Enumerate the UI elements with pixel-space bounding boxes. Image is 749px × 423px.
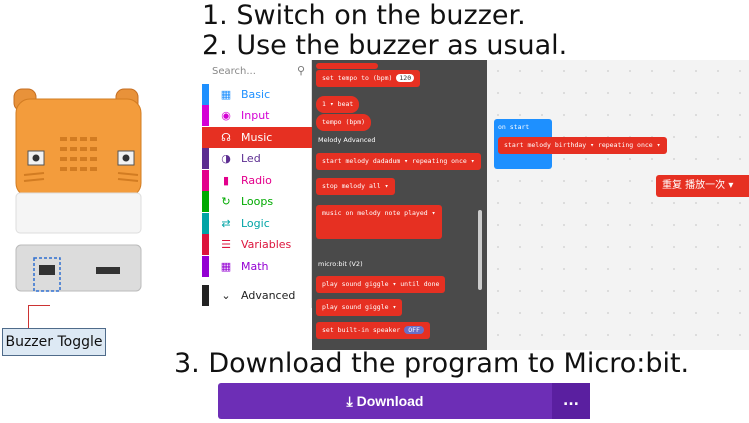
stop-melody-block[interactable]: stop melody all ▾ xyxy=(316,178,395,195)
category-advanced[interactable]: ⌄ Advanced xyxy=(202,285,312,306)
step-1-text: 1. Switch on the buzzer. xyxy=(202,0,526,31)
on-start-label: on start xyxy=(498,123,530,131)
buzzer-toggle-label: Buzzer Toggle xyxy=(2,328,106,356)
search-input[interactable]: Search... xyxy=(202,62,312,84)
start-melody-block[interactable]: start melody dadadum ▾ repeating once ▾ xyxy=(316,153,481,170)
more-options-button[interactable]: ... xyxy=(552,383,590,419)
partial-block[interactable] xyxy=(316,63,378,69)
category-music[interactable]: ☊ Music xyxy=(202,127,312,148)
flyout-scrollbar[interactable] xyxy=(478,210,482,290)
toggle-icon: ◑ xyxy=(221,152,231,165)
category-led[interactable]: ◑ Led xyxy=(202,148,312,169)
workspace-canvas[interactable] xyxy=(487,60,749,350)
grid-icon: ▦ xyxy=(220,88,232,101)
category-basic[interactable]: ▦ Basic xyxy=(202,84,312,105)
category-radio[interactable]: ▮ Radio xyxy=(202,170,312,191)
category-input[interactable]: ◉ Input xyxy=(202,105,312,126)
microbit-device-image xyxy=(13,88,142,292)
workspace-start-melody-block[interactable]: start melody birthday ▾ repeating once ▾ xyxy=(498,137,667,154)
target-icon: ◉ xyxy=(221,109,231,122)
headphones-icon: ☊ xyxy=(221,131,231,144)
download-button[interactable]: ⤓ Download ... xyxy=(218,383,590,419)
category-loops[interactable]: ↻ Loops xyxy=(202,191,312,212)
category-logic[interactable]: ⇄ Logic xyxy=(202,213,312,234)
set-tempo-block[interactable]: set tempo to (bpm) 120 xyxy=(316,70,421,87)
step-3-text: 3. Download the program to Micro:bit. xyxy=(174,348,690,379)
search-icon[interactable]: ⚲ xyxy=(297,64,305,77)
category-variables[interactable]: ☰ Variables xyxy=(202,234,312,255)
label-pointer-line xyxy=(28,305,50,329)
step-2-text: 2. Use the buzzer as usual. xyxy=(202,30,568,61)
music-on-block[interactable]: music on melody note played ▾ xyxy=(316,205,442,239)
refresh-icon: ↻ xyxy=(221,195,231,208)
microbit-v2-label: micro:bit (V2) xyxy=(318,260,363,268)
speaker-toggle[interactable]: OFF xyxy=(404,326,424,334)
play-sound-block[interactable]: play sound giggle ▾ xyxy=(316,299,403,316)
shuffle-icon: ⇄ xyxy=(221,217,231,230)
category-math[interactable]: ▦ Math xyxy=(202,256,312,277)
tempo-bpm-block[interactable]: tempo (bpm) xyxy=(316,114,372,131)
download-label: Download xyxy=(356,393,424,409)
signal-icon: ▮ xyxy=(222,174,230,187)
melody-advanced-label: Melody Advanced xyxy=(318,136,376,144)
chevron-down-icon: ⌄ xyxy=(221,289,231,302)
lines-icon: ☰ xyxy=(221,238,231,251)
play-sound-until-block[interactable]: play sound giggle ▾ until done xyxy=(316,276,446,293)
toolbox: Search... ⚲ ▦ Basic ◉ Input ☊ Music ◑ Led ▮ R… xyxy=(202,60,312,308)
beat-block[interactable]: 1 ▾ beat xyxy=(316,96,360,113)
download-icon: ⤓ xyxy=(346,393,353,409)
set-speaker-block[interactable]: set built-in speaker OFF xyxy=(316,322,430,339)
calculator-icon: ▦ xyxy=(220,260,232,273)
repeat-block[interactable]: 重复 播放一次 ▾ xyxy=(656,175,749,197)
